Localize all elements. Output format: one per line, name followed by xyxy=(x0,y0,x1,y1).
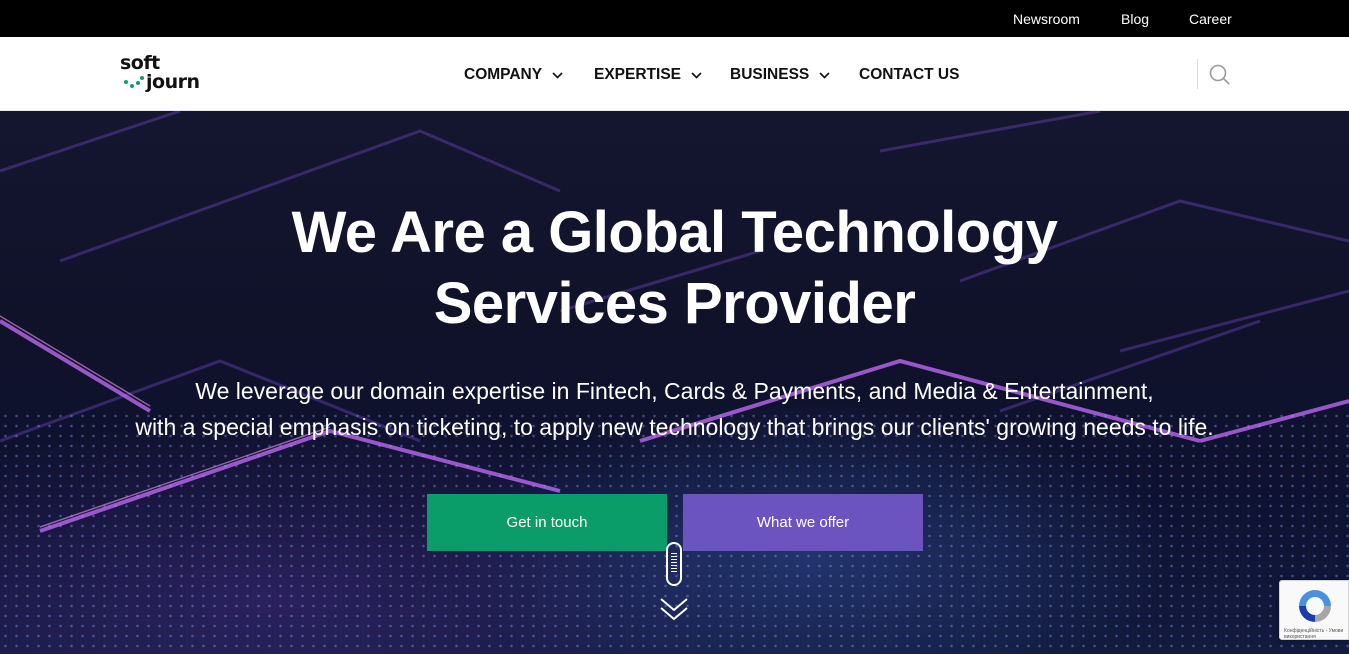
hero-title: We Are a Global Technology Services Prov… xyxy=(0,197,1349,339)
nav-expertise[interactable]: EXPERTISE xyxy=(594,66,702,84)
top-link-newsroom[interactable]: Newsroom xyxy=(1013,11,1080,27)
mouse-scroll-icon xyxy=(666,542,682,586)
main-header: soft journ COMPANY EXPERTISE BUSINESS CO… xyxy=(0,37,1349,111)
recaptcha-badge[interactable]: Конфіденційність - Умови використання xyxy=(1279,580,1349,640)
logo-dot xyxy=(124,80,128,84)
nav-business-label: BUSINESS xyxy=(730,66,810,83)
logo-dot xyxy=(140,76,144,80)
hero-subtitle-line1: We leverage our domain expertise in Fint… xyxy=(195,378,1154,404)
hero-subtitle-line2: with a special emphasis on ticketing, to… xyxy=(135,414,1214,440)
hero-section: We Are a Global Technology Services Prov… xyxy=(0,111,1349,654)
hero-title-line1: We Are a Global Technology xyxy=(291,200,1058,265)
header-divider xyxy=(1197,59,1198,89)
top-bar: Newsroom Blog Career xyxy=(0,0,1349,37)
logo-dot xyxy=(136,81,140,85)
recaptcha-text-line2: використання xyxy=(1284,634,1316,640)
chevron-down-icon xyxy=(691,71,702,79)
hero-title-line2: Services Provider xyxy=(433,271,916,336)
softjourn-logo[interactable]: soft journ xyxy=(120,53,212,99)
nav-company[interactable]: COMPANY xyxy=(464,66,563,84)
double-chevron-down-icon[interactable] xyxy=(660,597,688,623)
recaptcha-terms[interactable]: Конфіденційність - Умови використання xyxy=(1284,628,1343,640)
logo-word-soft: soft xyxy=(120,52,160,74)
search-icon[interactable] xyxy=(1208,63,1232,87)
top-link-blog[interactable]: Blog xyxy=(1121,11,1149,27)
nav-contact-us-label: CONTACT US xyxy=(859,66,960,83)
get-in-touch-button[interactable]: Get in touch xyxy=(427,494,667,551)
top-link-career[interactable]: Career xyxy=(1189,11,1232,27)
logo-word-journ: journ xyxy=(146,71,200,93)
logo-dot xyxy=(130,84,134,88)
hero-subtitle: We leverage our domain expertise in Fint… xyxy=(0,373,1349,445)
chevron-down-icon xyxy=(819,71,830,79)
what-we-offer-button[interactable]: What we offer xyxy=(683,494,923,551)
nav-contact-us[interactable]: CONTACT US xyxy=(859,66,959,84)
recaptcha-logo-icon xyxy=(1299,590,1331,622)
nav-expertise-label: EXPERTISE xyxy=(594,66,681,83)
nav-business[interactable]: BUSINESS xyxy=(730,66,830,84)
nav-company-label: COMPANY xyxy=(464,66,543,83)
chevron-down-icon xyxy=(552,71,563,79)
